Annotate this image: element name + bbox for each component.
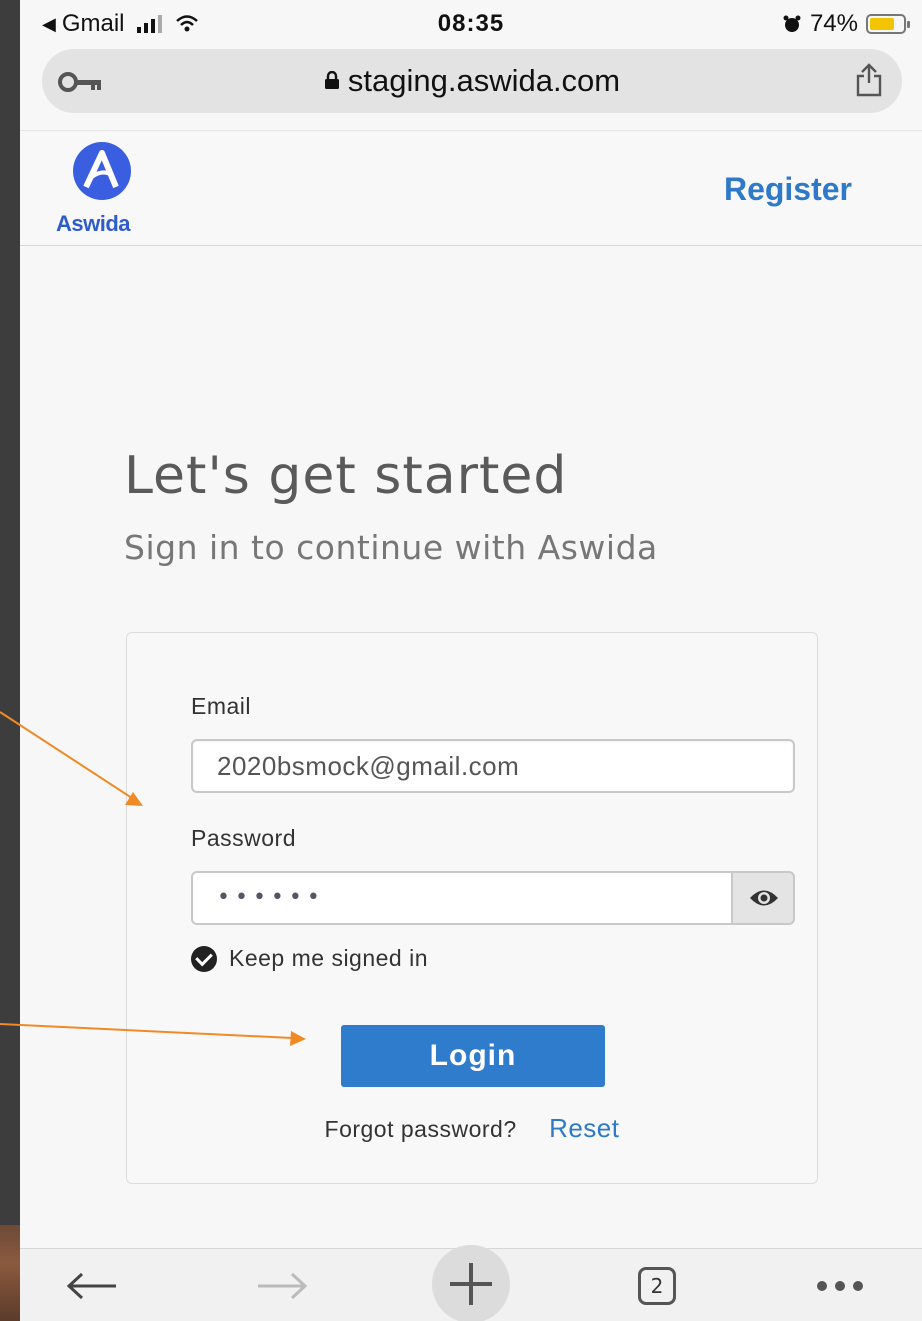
password-label: Password (191, 825, 296, 851)
status-bar: ◀ Gmail 08:35 74% (20, 0, 922, 50)
page-subtitle: Sign in to continue with Aswida (124, 528, 658, 567)
page-title: Let's get started (124, 446, 568, 506)
battery-icon (866, 14, 910, 34)
email-label: Email (191, 693, 252, 719)
forward-button[interactable] (252, 1249, 312, 1321)
site-header: Aswida Register (20, 130, 922, 246)
share-icon[interactable] (854, 63, 884, 97)
eye-icon (750, 890, 778, 906)
url-display[interactable]: staging.aswida.com (42, 63, 902, 99)
forward-arrow-icon (258, 1272, 308, 1299)
alarm-icon (783, 15, 801, 32)
register-link[interactable]: Register (724, 171, 852, 208)
new-tab-button[interactable] (432, 1244, 510, 1321)
reset-link[interactable]: Reset (549, 1113, 619, 1143)
aswida-logo-icon[interactable] (66, 141, 138, 201)
phone-screen: ◀ Gmail 08:35 74% staging.aswida.com Asw… (20, 0, 922, 1321)
url-text: staging.aswida.com (347, 63, 621, 98)
background-wood (0, 1225, 20, 1321)
background-strip (0, 0, 20, 1321)
keep-signed-in-label[interactable]: Keep me signed in (229, 945, 428, 972)
tabs-icon: 2 (638, 1266, 676, 1305)
login-form-card: Email Password •••••• Keep me signed in … (126, 632, 818, 1184)
login-button[interactable]: Login (341, 1025, 605, 1087)
forgot-password-row: Forgot password? Reset (127, 1113, 817, 1144)
address-bar[interactable]: staging.aswida.com (42, 49, 902, 113)
forgot-password-text: Forgot password? (324, 1116, 517, 1142)
email-field[interactable] (191, 739, 795, 793)
battery-fill (870, 18, 894, 30)
back-button[interactable] (62, 1249, 122, 1321)
tabs-button[interactable]: 2 (632, 1249, 682, 1321)
show-password-button[interactable] (731, 871, 795, 925)
lock-icon (324, 71, 339, 89)
password-field[interactable]: •••••• (191, 871, 731, 925)
keep-signed-in-checkbox[interactable] (191, 945, 217, 972)
back-arrow-icon (66, 1272, 116, 1299)
keep-signed-in-row[interactable]: Keep me signed in (191, 945, 428, 972)
new-tab-icon (432, 1244, 510, 1321)
more-button[interactable] (810, 1249, 870, 1321)
password-mask: •••••• (217, 885, 325, 910)
browser-toolbar: 2 (20, 1244, 922, 1321)
status-right: 74% (782, 10, 910, 38)
battery-percent: 74% (809, 10, 858, 37)
more-icon (817, 1280, 863, 1291)
logo-text[interactable]: Aswida (56, 211, 131, 237)
